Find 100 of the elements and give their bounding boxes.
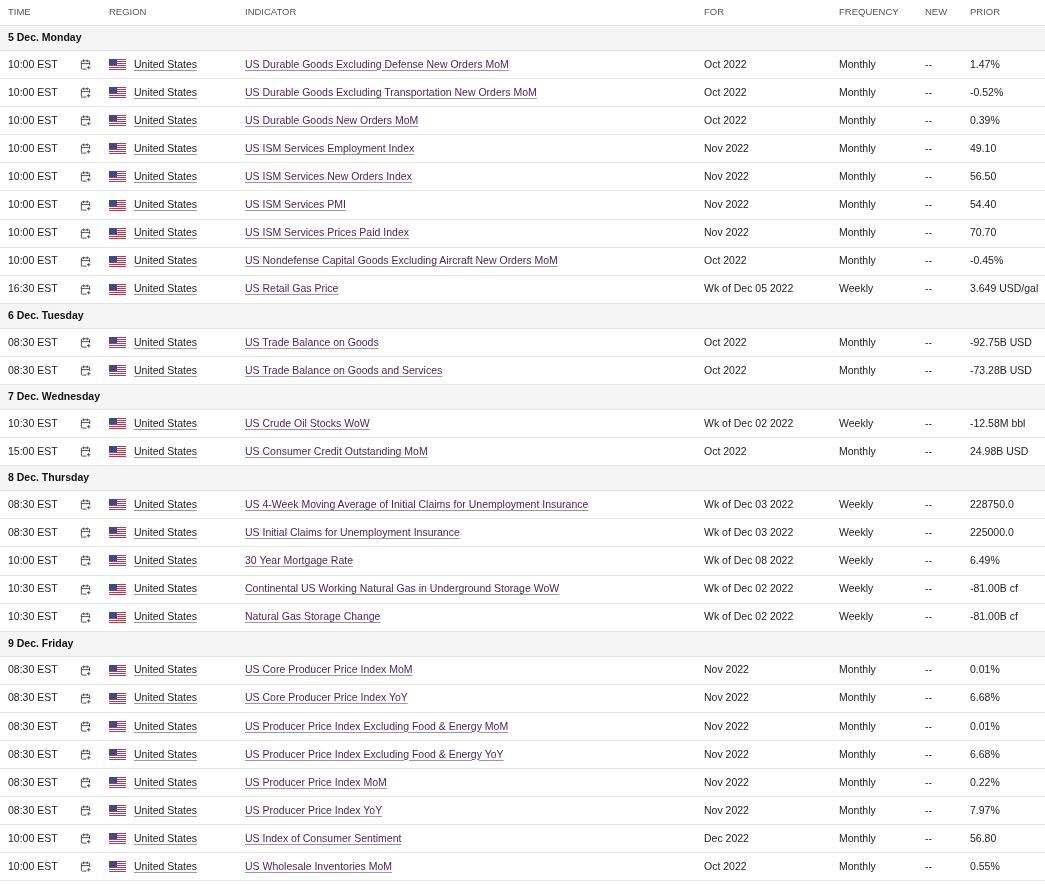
add-to-calendar-icon[interactable] [80,861,91,873]
add-to-calendar-icon[interactable] [80,283,91,295]
add-to-calendar-icon[interactable] [80,115,91,127]
region-link[interactable]: United States [134,140,245,157]
indicator-link[interactable]: US Nondefense Capital Goods Excluding Aircraft New Orders MoM [245,254,558,267]
add-to-calendar-icon[interactable] [80,720,91,732]
frequency-text: Weekly [839,525,875,540]
indicator-link[interactable]: US ISM Services Employment Index [245,141,415,154]
new-value-text: -- [925,830,933,846]
indicator-link[interactable]: US Durable Goods Excluding Transportation New Orders MoM [245,85,537,98]
region-link[interactable]: United States [134,553,245,569]
frequency-text: Monthly [839,859,877,874]
indicator-link[interactable]: US Trade Balance on Goods [245,335,379,348]
region-link[interactable]: United States [134,859,245,875]
indicator-link[interactable]: US Core Producer Price Index YoY [245,691,408,704]
indicator-link[interactable]: US Consumer Credit Outstanding MoM [245,444,428,457]
new-value-text: -- [925,281,933,297]
indicator-link[interactable]: US Producer Price Index Excluding Food & Energy YoY [245,747,504,760]
region-link[interactable]: United States [134,112,245,129]
event-time: 15:00 EST [8,443,59,459]
add-to-calendar-icon[interactable] [80,692,91,704]
region-link[interactable]: United States [134,169,245,185]
add-to-calendar-icon[interactable] [80,365,91,376]
add-to-calendar-icon[interactable] [80,336,91,348]
add-to-calendar-icon[interactable] [80,87,91,99]
indicator-link[interactable]: US Retail Gas Price [245,282,339,295]
region-link[interactable]: United States [134,56,245,73]
region-link[interactable]: United States [134,690,245,707]
add-to-calendar-icon[interactable] [80,59,91,71]
add-to-calendar-icon[interactable] [80,583,91,595]
indicator-link[interactable]: US ISM Services New Orders Index [245,170,412,183]
indicator-link[interactable]: US Producer Price Index YoY [245,803,383,816]
indicator-link[interactable]: US Producer Price Index Excluding Food & Energy MoM [245,719,509,732]
add-to-calendar-icon[interactable] [80,555,91,567]
region-link[interactable]: United States [134,225,245,241]
region-link[interactable]: United States [134,84,245,101]
day-heading: 8 Dec. Thursday [8,470,90,486]
new-value-text: -- [925,718,933,734]
region-link[interactable]: United States [134,830,245,847]
region-link[interactable]: United States [134,718,245,735]
add-to-calendar-icon[interactable] [80,805,91,817]
indicator-link[interactable]: US Trade Balance on Goods and Services [245,363,443,376]
period-text: Oct 2022 [704,334,748,350]
region-link[interactable]: United States [134,609,245,625]
add-to-calendar-icon[interactable] [80,749,91,760]
region-link[interactable]: United States [134,281,245,298]
add-to-calendar-icon[interactable] [80,527,91,539]
region-link[interactable]: United States [134,581,245,597]
indicator-link[interactable]: US 4-Week Moving Average of Initial Claims for Unemployment Insurance [245,497,589,510]
region-link[interactable]: United States [134,525,245,541]
prior-value-text: -0.52% [970,84,1005,100]
region-link[interactable]: United States [134,253,245,270]
indicator-link[interactable]: US Durable Goods New Orders MoM [245,113,419,126]
region-link[interactable]: United States [134,662,245,679]
indicator-link[interactable]: US ISM Services Prices Paid Index [245,226,409,239]
add-to-calendar-icon[interactable] [80,255,91,267]
region-link[interactable]: United States [134,415,245,432]
indicator-link[interactable]: US Index of Consumer Sentiment [245,831,402,844]
period-text: Dec 2022 [704,830,750,846]
prior-value-text: 54.40 [970,197,998,213]
region-link[interactable]: United States [134,362,245,379]
add-to-calendar-icon[interactable] [80,143,91,155]
indicator-link[interactable]: US Wholesale Inventories MoM [245,860,393,872]
add-to-calendar-icon[interactable] [80,611,91,623]
region-link[interactable]: United States [134,443,245,460]
region-link[interactable]: United States [134,746,245,763]
flag-icon [109,143,126,155]
indicator-link[interactable]: US Durable Goods Excluding Defense New Orders MoM [245,57,509,70]
column-header: PRIOR [970,5,1002,20]
indicator-link[interactable]: US Core Producer Price Index MoM [245,663,413,676]
indicator-link[interactable]: Continental US Working Natural Gas in Underground Storage WoW [245,582,560,595]
region-link[interactable]: United States [134,334,245,351]
indicator-link[interactable]: US Crude Oil Stocks WoW [245,416,370,429]
prior-value-text: 56.80 [970,830,998,846]
add-to-calendar-icon[interactable] [80,418,91,430]
indicator-link[interactable]: US Producer Price Index MoM [245,775,387,788]
region-link[interactable]: United States [134,496,245,513]
add-to-calendar-icon[interactable] [80,777,91,789]
add-to-calendar-icon[interactable] [80,446,91,458]
indicator-link[interactable]: US ISM Services PMI [245,198,346,211]
period-text: Nov 2022 [704,225,750,241]
indicator-link[interactable]: US Initial Claims for Unemployment Insurance [245,526,460,538]
flag-icon [109,59,126,71]
flag-icon [109,555,126,567]
region-link[interactable]: United States [134,774,245,791]
add-to-calendar-icon[interactable] [80,499,91,511]
new-value-text: -- [925,553,933,569]
add-to-calendar-icon[interactable] [80,227,91,239]
new-value-text: -- [925,84,933,100]
add-to-calendar-icon[interactable] [80,171,91,183]
region-link[interactable]: United States [134,802,245,819]
flag-icon [109,720,126,732]
add-to-calendar-icon[interactable] [80,199,91,211]
day-heading: 7 Dec. Wednesday [8,389,100,405]
add-to-calendar-icon[interactable] [80,833,91,845]
indicator-link[interactable]: 30 Year Mortgage Rate [245,554,353,567]
period-text: Oct 2022 [704,112,748,128]
region-link[interactable]: United States [134,197,245,213]
indicator-link[interactable]: Natural Gas Storage Change [245,610,381,623]
add-to-calendar-icon[interactable] [80,664,91,676]
